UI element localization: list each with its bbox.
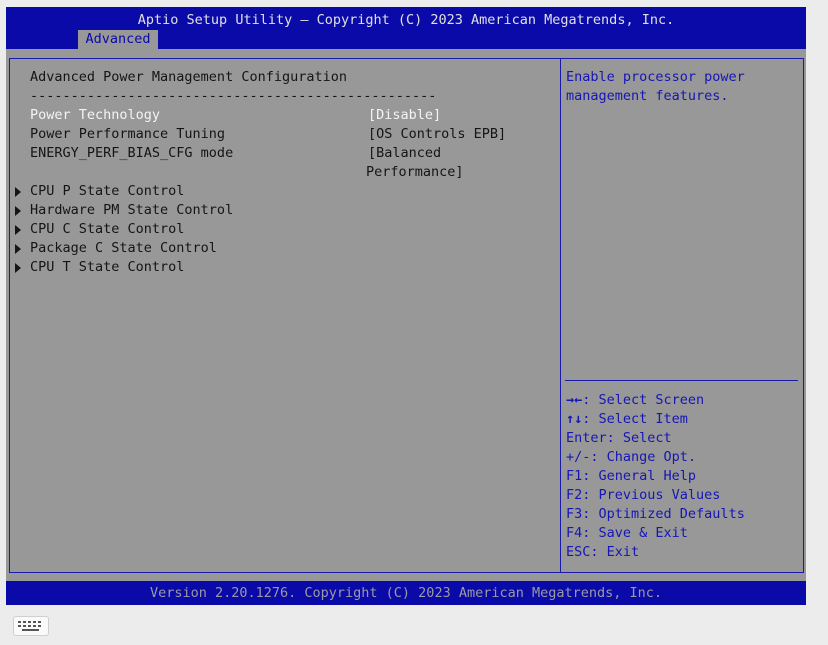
- setting-label[interactable]: ENERGY_PERF_BIAS_CFG mode: [30, 144, 233, 163]
- tab-advanced[interactable]: Advanced: [78, 30, 158, 49]
- key-description: : Change Opt.: [590, 449, 697, 465]
- key-name: F1: [566, 468, 583, 484]
- key-description: : Exit: [590, 544, 640, 560]
- key-name: →←: [566, 392, 583, 408]
- triangle-right-icon: [15, 263, 21, 273]
- bios-screen: Aptio Setup Utility – Copyright (C) 2023…: [6, 7, 806, 605]
- key-optimized-defaults: F3: Optimized Defaults: [566, 505, 745, 524]
- submenu-label[interactable]: Package C State Control: [30, 239, 217, 258]
- panel-divider: [560, 58, 561, 573]
- setting-value[interactable]: [Balanced: [368, 144, 441, 163]
- triangle-right-icon: [15, 187, 21, 197]
- help-text-line-1: Enable processor power: [566, 69, 745, 85]
- setting-label[interactable]: Power Performance Tuning: [30, 125, 225, 144]
- version-text: Version 2.20.1276. Copyright (C) 2023 Am…: [149, 585, 663, 601]
- key-name: F3: [566, 506, 583, 522]
- key-description: : Optimized Defaults: [582, 506, 745, 522]
- key-select-screen: →←: Select Screen: [566, 391, 704, 410]
- setting-label[interactable]: Power Technology: [30, 106, 160, 125]
- page-title: Advanced Power Management Configuration: [30, 69, 347, 85]
- key-general-help: F1: General Help: [566, 467, 696, 486]
- key-name: +/-: [566, 449, 591, 465]
- key-description: : Select: [606, 430, 672, 446]
- help-divider: [565, 380, 798, 381]
- key-enter: Enter: Select: [566, 429, 672, 448]
- key-description: : General Help: [582, 468, 697, 484]
- key-select-item: ↑↓: Select Item: [566, 410, 688, 429]
- keyboard-icon[interactable]: [13, 616, 49, 636]
- title-bar: Aptio Setup Utility – Copyright (C) 2023…: [6, 7, 806, 49]
- key-save-exit: F4: Save & Exit: [566, 524, 688, 543]
- heading-separator: ----------------------------------------…: [30, 88, 437, 104]
- submenu-label[interactable]: CPU T State Control: [30, 258, 184, 277]
- key-name: F4: [566, 525, 583, 541]
- key-description: : Previous Values: [582, 487, 721, 503]
- footer-bar: Version 2.20.1276. Copyright (C) 2023 Am…: [6, 581, 806, 605]
- key-exit: ESC: Exit: [566, 543, 639, 562]
- submenu-label[interactable]: CPU P State Control: [30, 182, 184, 201]
- key-name: ↑↓: [566, 411, 583, 427]
- setting-value[interactable]: [Disable]: [368, 106, 441, 125]
- submenu-label[interactable]: Hardware PM State Control: [30, 201, 233, 220]
- app-title: Aptio Setup Utility – Copyright (C) 2023…: [137, 12, 675, 28]
- triangle-right-icon: [15, 225, 21, 235]
- key-description: : Save & Exit: [582, 525, 688, 541]
- key-change-opt: +/-: Change Opt.: [566, 448, 696, 467]
- key-name: ESC: [566, 544, 591, 560]
- key-name: Enter: [566, 430, 607, 446]
- key-name: F2: [566, 487, 583, 503]
- key-description: : Select Screen: [582, 392, 705, 408]
- triangle-right-icon: [15, 206, 21, 216]
- submenu-label[interactable]: CPU C State Control: [30, 220, 184, 239]
- key-description: : Select Item: [582, 411, 688, 427]
- setting-value-continued[interactable]: Performance]: [366, 163, 464, 182]
- triangle-right-icon: [15, 244, 21, 254]
- setting-value[interactable]: [OS Controls EPB]: [368, 125, 506, 144]
- key-previous-values: F2: Previous Values: [566, 486, 720, 505]
- help-text-line-2: management features.: [566, 88, 729, 104]
